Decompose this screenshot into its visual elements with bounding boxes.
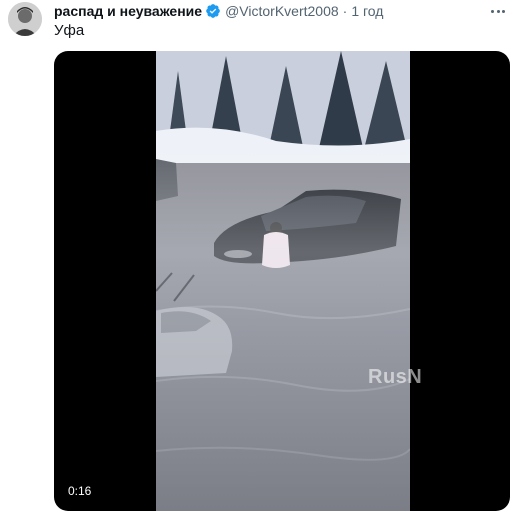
tweet: распад и неуважение @VictorKvert2008 · 1…: [0, 0, 518, 514]
video-frame: [156, 51, 410, 511]
separator-dot: ·: [342, 3, 348, 19]
avatar[interactable]: [8, 2, 42, 36]
video-duration: 0:16: [64, 483, 96, 499]
tweet-header: распад и неуважение @VictorKvert2008 · 1…: [54, 2, 383, 20]
handle[interactable]: @VictorKvert2008: [225, 3, 339, 19]
video-player[interactable]: RusN 0:16: [54, 51, 510, 511]
timestamp[interactable]: 1 год: [351, 3, 383, 19]
video-watermark: RusN: [368, 366, 423, 388]
display-name[interactable]: распад и неуважение: [54, 3, 202, 19]
more-icon[interactable]: [488, 2, 508, 20]
tweet-text: Уфа: [54, 22, 85, 39]
verified-badge-icon: [205, 3, 221, 19]
